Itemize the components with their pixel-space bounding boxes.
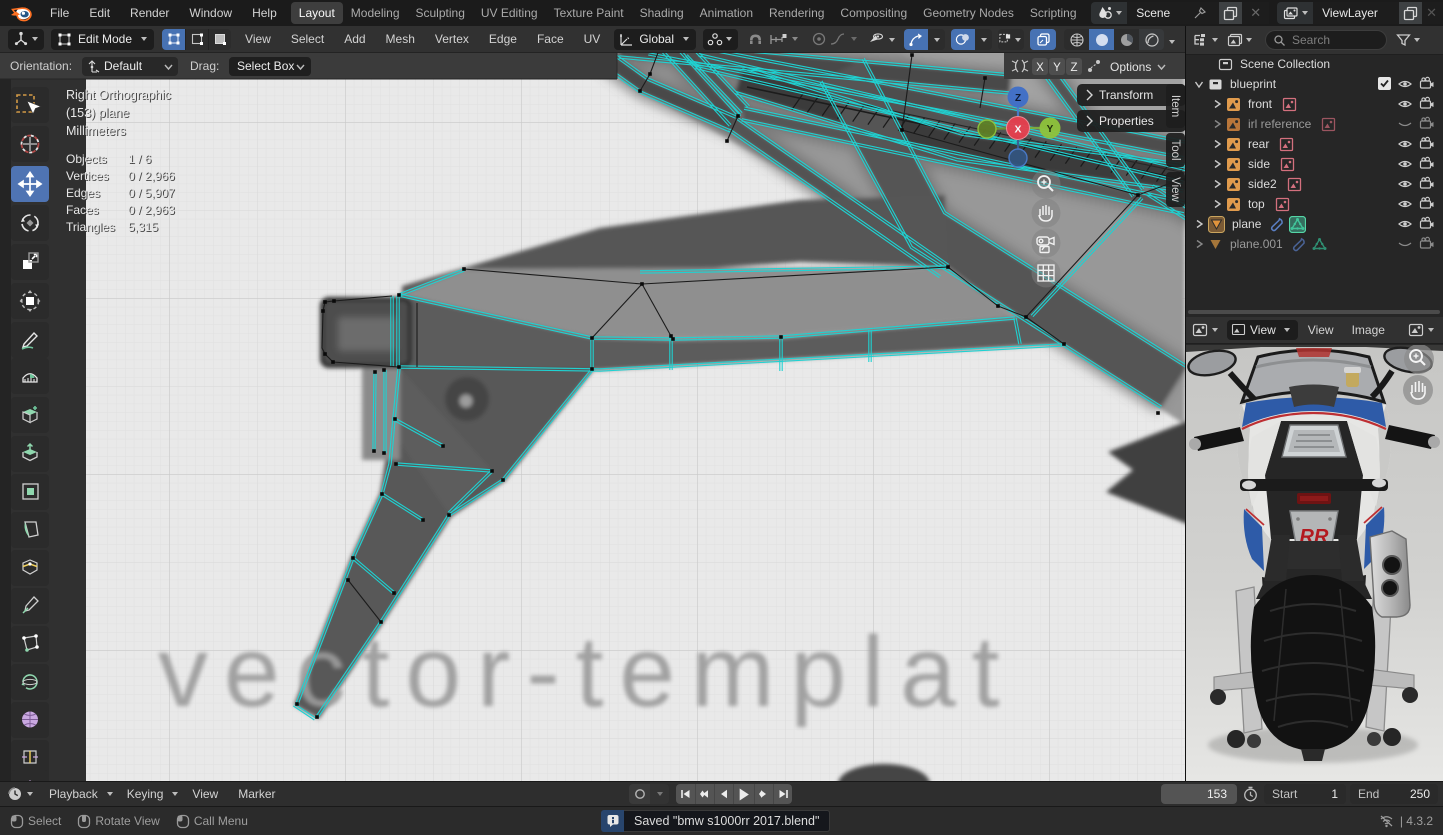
svg-text:5,315: 5,315 (128, 220, 158, 234)
svg-text:Drag:: Drag: (190, 59, 219, 73)
svg-text:1 / 6: 1 / 6 (128, 152, 152, 166)
svg-text:0 / 2,963: 0 / 2,963 (128, 203, 175, 217)
svg-text:Y: Y (1047, 124, 1054, 135)
svg-text:Orientation:: Orientation: (10, 59, 72, 73)
svg-text:Right Orthographic: Right Orthographic (66, 88, 171, 102)
svg-text:(153) plane: (153) plane (66, 106, 129, 120)
svg-text:Y: Y (1053, 62, 1061, 74)
svg-text:X: X (1014, 124, 1021, 136)
svg-text:View: View (1169, 177, 1181, 202)
svg-text:Properties: Properties (1099, 114, 1154, 128)
svg-text:Select Box: Select Box (237, 59, 294, 73)
svg-text:0 / 2,966: 0 / 2,966 (128, 169, 175, 183)
svg-text:X: X (1036, 62, 1044, 74)
svg-text:Edges: Edges (66, 186, 100, 200)
svg-text:Faces: Faces (66, 203, 99, 217)
svg-text:Objects: Objects (66, 152, 107, 166)
svg-text:Tool: Tool (1169, 139, 1181, 160)
svg-text:Triangles: Triangles (66, 220, 115, 234)
svg-text:Default: Default (104, 59, 143, 73)
svg-text:Z: Z (1070, 62, 1077, 74)
svg-text:0 / 5,907: 0 / 5,907 (128, 186, 175, 200)
svg-text:Transform: Transform (1099, 88, 1153, 102)
svg-text:Millimeters: Millimeters (66, 124, 126, 138)
svg-text:Item: Item (1169, 95, 1181, 117)
svg-text:Vertices: Vertices (66, 169, 109, 183)
svg-text:Options: Options (1110, 60, 1151, 74)
svg-text:vector-templat: vector-templat (158, 616, 1016, 728)
svg-text:Z: Z (1015, 93, 1021, 104)
